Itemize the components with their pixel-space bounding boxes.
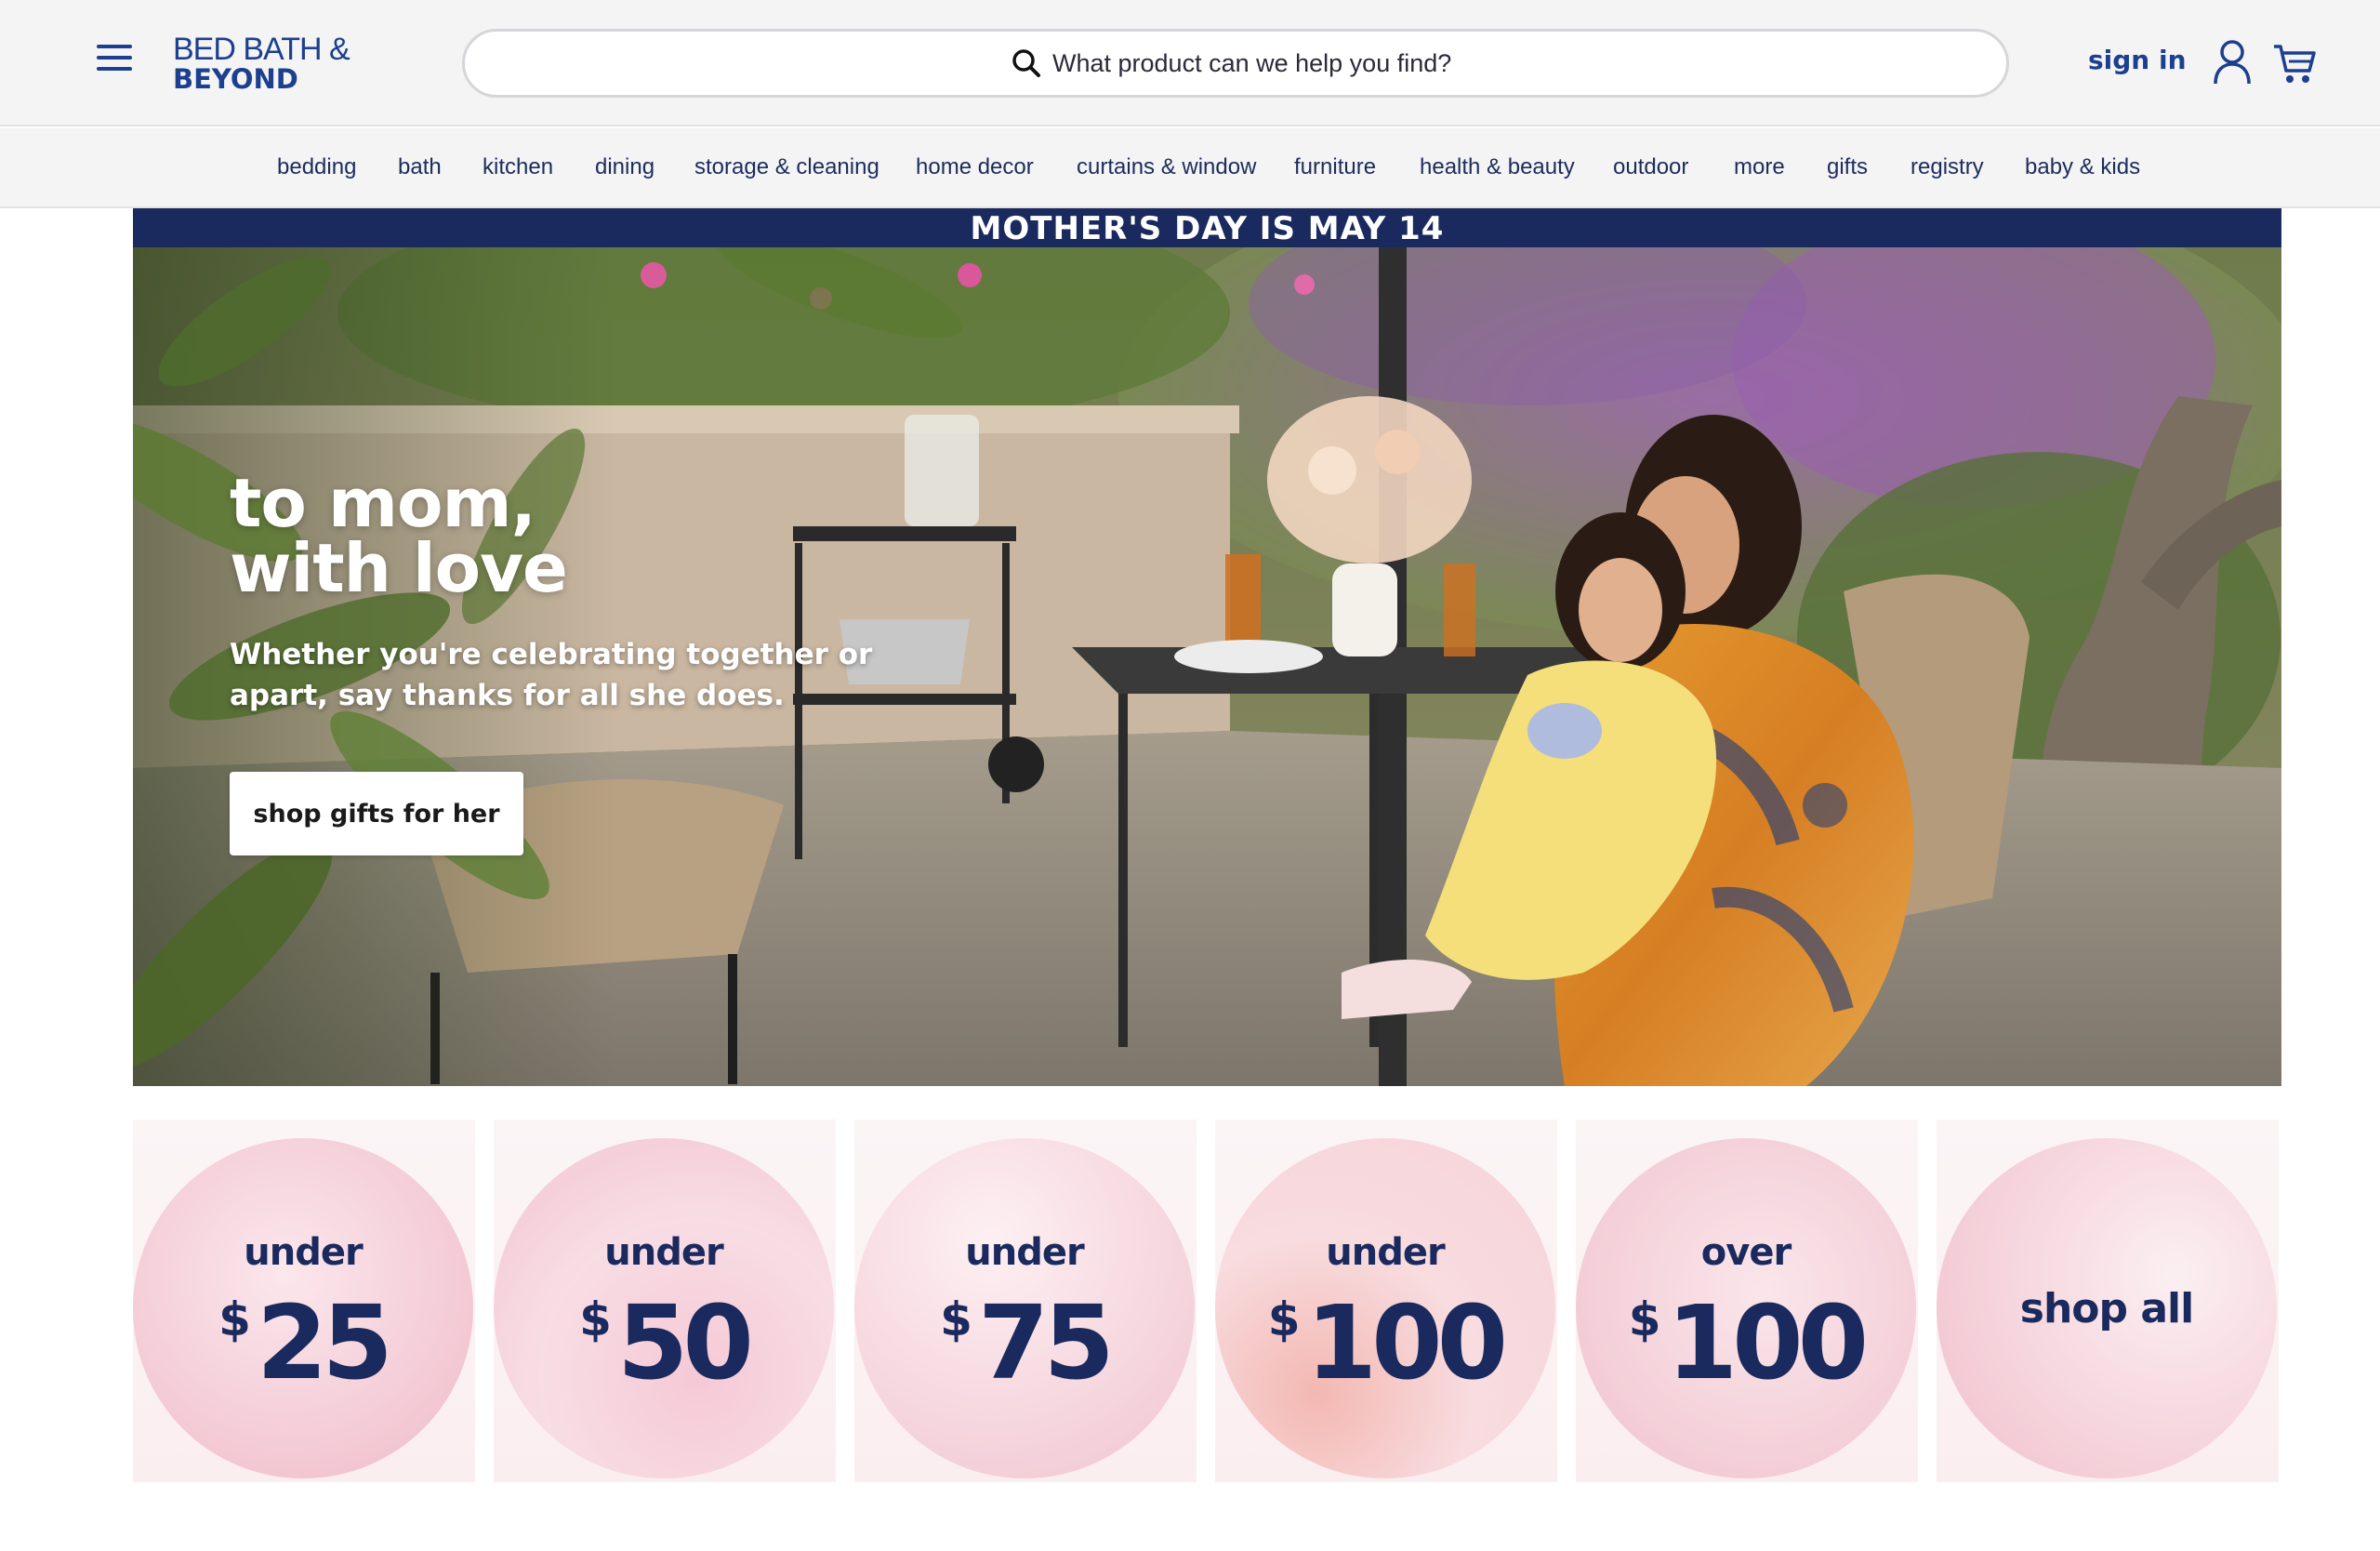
nav-item-registry[interactable]: registry <box>1911 154 1984 180</box>
currency-symbol: $ <box>940 1292 972 1346</box>
shop-all-label: shop all <box>2019 1285 2194 1332</box>
currency-symbol: $ <box>579 1292 612 1346</box>
price-value: 50 <box>616 1283 754 1402</box>
nav-item-kitchen[interactable]: kitchen <box>483 154 553 180</box>
nav-item-bedding[interactable]: bedding <box>277 154 356 180</box>
price-tile-over-100[interactable]: over $100 <box>1576 1138 1916 1478</box>
price-value: 100 <box>1305 1283 1509 1402</box>
currency-symbol: $ <box>218 1292 251 1346</box>
price-tile-shop-all[interactable]: shop all <box>1937 1138 2277 1478</box>
price-tile-amount: $25 <box>133 1268 473 1394</box>
promo-text: MOTHER'S DAY IS MAY 14 <box>970 210 1445 247</box>
price-tile-under-25[interactable]: under $25 <box>133 1138 473 1478</box>
nav-item-outdoor[interactable]: outdoor <box>1613 154 1688 180</box>
hero-subtitle: Whether you're celebrating together or a… <box>230 638 873 712</box>
nav-item-more[interactable]: more <box>1734 154 1785 180</box>
nav-item-curtains-window[interactable]: curtains & window <box>1077 154 1256 180</box>
nav-item-storage-cleaning[interactable]: storage & cleaning <box>694 154 879 180</box>
nav-item-bath[interactable]: bath <box>398 154 442 180</box>
price-category-row: under $25 under $50 under $75 under $100… <box>133 1120 2281 1482</box>
nav-item-baby-kids[interactable]: baby & kids <box>2025 154 2140 180</box>
shop-gifts-for-her-button[interactable]: shop gifts for her <box>230 772 523 855</box>
search-icon[interactable] <box>1012 48 1041 78</box>
nav-item-home-decor[interactable]: home decor <box>916 154 1034 180</box>
price-tile-under-50[interactable]: under $50 <box>494 1138 834 1478</box>
currency-symbol: $ <box>1628 1292 1661 1346</box>
hamburger-menu-icon[interactable] <box>93 41 136 74</box>
price-tile-under-75[interactable]: under $75 <box>854 1138 1195 1478</box>
search-bar[interactable] <box>462 29 2009 98</box>
nav-item-health-beauty[interactable]: health & beauty <box>1420 154 1575 180</box>
user-icon[interactable] <box>2213 39 2252 86</box>
cart-icon[interactable] <box>2272 41 2317 86</box>
currency-symbol: $ <box>1267 1292 1301 1346</box>
nav-item-dining[interactable]: dining <box>595 154 654 180</box>
promo-banner-strip[interactable]: MOTHER'S DAY IS MAY 14 <box>133 208 2281 247</box>
price-value: 75 <box>977 1283 1115 1402</box>
category-nav: bedding bath kitchen dining storage & cl… <box>0 128 2380 208</box>
price-tile-under-100[interactable]: under $100 <box>1215 1138 1555 1478</box>
hero-banner[interactable]: to mom, with love Whether you're celebra… <box>133 247 2281 1086</box>
price-value: 25 <box>256 1283 393 1402</box>
logo-line-2: BEYOND <box>173 63 298 95</box>
price-tile-amount: $100 <box>1215 1268 1555 1394</box>
search-input[interactable] <box>1051 47 1460 79</box>
price-tile-amount: $75 <box>854 1268 1195 1394</box>
price-tile-amount: $50 <box>494 1268 834 1394</box>
sign-in-link[interactable]: sign in <box>2088 45 2187 75</box>
logo-line-1: BED BATH & <box>173 32 350 67</box>
top-header: BED BATH & BEYOND sign in <box>0 0 2380 126</box>
bed-bath-beyond-logo[interactable]: BED BATH & BEYOND <box>173 33 359 95</box>
price-tile-amount: $100 <box>1576 1268 1916 1394</box>
nav-item-gifts[interactable]: gifts <box>1827 154 1868 180</box>
nav-item-furniture[interactable]: furniture <box>1294 154 1376 180</box>
price-value: 100 <box>1666 1283 1870 1402</box>
hero-title: to mom, with love <box>230 464 568 607</box>
